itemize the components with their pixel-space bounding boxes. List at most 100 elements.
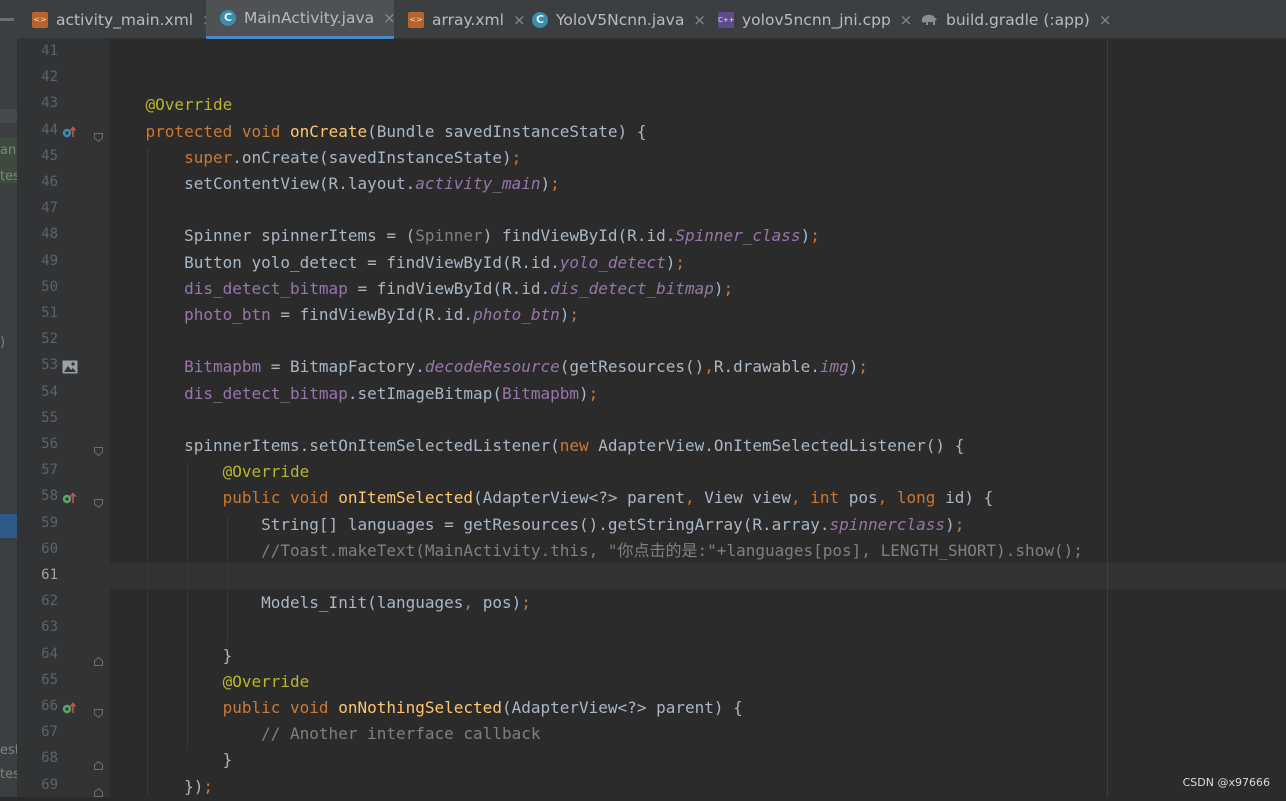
code-line[interactable]: super.onCreate(savedInstanceState); <box>110 145 521 171</box>
code-token: ; <box>511 147 522 167</box>
line-number: 53 <box>41 357 58 374</box>
code-line[interactable]: @Override <box>110 669 310 695</box>
code-token: @Override <box>110 462 310 482</box>
code-line[interactable]: @Override <box>110 459 310 485</box>
code-token: new <box>559 436 599 455</box>
code-token: (AdapterView<?> parent) { <box>501 698 743 717</box>
code-token: public void <box>110 488 339 508</box>
image-resource-icon[interactable] <box>62 359 78 374</box>
code-token: }) <box>110 776 204 796</box>
line-number: 68 <box>41 750 58 767</box>
line-number: 50 <box>41 278 58 295</box>
code-token: @Override <box>110 671 310 691</box>
tab-close-icon[interactable]: × <box>1099 11 1112 29</box>
code-token: onCreate <box>290 121 368 141</box>
fold-marker-icon[interactable] <box>94 755 103 771</box>
tab-activity-main-xml[interactable]: <>activity_main.xml× <box>18 0 215 39</box>
code-token: ; <box>858 357 869 377</box>
code-token: dis_detect_bitmap <box>110 278 348 298</box>
project-tree-row-highlight <box>0 514 17 538</box>
tab-yolov5ncnn-java[interactable]: C YoloV5Ncnn.java × <box>518 0 706 39</box>
implements-method-icon[interactable] <box>62 490 78 504</box>
overrides-method-icon[interactable] <box>62 124 78 138</box>
code-line[interactable]: public void onItemSelected(AdapterView<?… <box>110 485 994 511</box>
code-token: , <box>684 488 705 508</box>
code-line[interactable]: Bitmapbm = BitmapFactory.decodeResource(… <box>110 354 868 380</box>
line-number: 54 <box>41 383 58 400</box>
line-number: 46 <box>41 174 58 190</box>
project-panel-edge[interactable]: anc tes) est tes <box>0 39 18 797</box>
tab-label: array.xml <box>432 10 504 29</box>
code-token: = findViewById(R.id. <box>270 305 474 324</box>
line-number: 56 <box>41 436 58 452</box>
code-line[interactable]: setContentView(R.layout.activity_main); <box>110 171 560 197</box>
code-token: ) <box>945 514 955 534</box>
code-line[interactable]: protected void onCreate(Bundle savedInst… <box>110 119 647 145</box>
indent-guide <box>187 462 188 751</box>
code-token: = BitmapFactory. <box>261 357 425 377</box>
fold-marker-icon[interactable] <box>94 493 103 509</box>
code-token: , int <box>790 488 849 508</box>
code-line[interactable]: Button yolo_detect = findViewById(R.id.y… <box>110 250 685 276</box>
code-token: setContentView(R.layout. <box>110 174 416 193</box>
code-line[interactable]: Spinner spinnerItems = (Spinner) findVie… <box>110 223 820 249</box>
code-token: ) <box>713 278 724 298</box>
fold-marker-icon[interactable] <box>94 703 103 719</box>
code-token: ; <box>203 776 213 796</box>
code-token: View view <box>704 488 791 508</box>
code-line[interactable]: } <box>110 747 233 773</box>
watermark: CSDN @x97666 <box>1182 776 1270 789</box>
code-line[interactable]: String[] languages = getResources().getS… <box>110 512 964 538</box>
code-token: ) <box>559 305 570 324</box>
tab-bar-scroll-handle[interactable] <box>0 0 18 39</box>
code-line[interactable]: dis_detect_bitmap.setImageBitmap(Bitmapb… <box>110 381 598 407</box>
code-line[interactable]: //Toast.makeText(MainActivity.this, "你点击… <box>110 538 1083 564</box>
line-number: 60 <box>41 540 58 557</box>
code-line[interactable]: // Another interface callback <box>110 721 540 747</box>
fold-marker-icon[interactable] <box>94 782 103 797</box>
code-token: AdapterView.OnItemSelectedListener() { <box>598 436 965 455</box>
line-number: 69 <box>41 776 58 793</box>
code-line[interactable]: } <box>110 643 233 669</box>
line-number: 41 <box>41 43 58 59</box>
line-number: 55 <box>41 409 58 426</box>
code-line[interactable]: dis_detect_bitmap = findViewById(R.id.di… <box>110 276 733 302</box>
line-number: 67 <box>41 724 58 741</box>
code-token: id) { <box>945 488 994 508</box>
code-token: R.drawable. <box>713 357 820 377</box>
tab-label: MainActivity.java <box>244 9 375 27</box>
code-token: //Toast.makeText(MainActivity.this, "你点击… <box>110 540 1083 560</box>
tab-yolov5ncnn-jni-cpp[interactable]: C++ yolov5ncnn_jni.cpp × <box>704 0 912 39</box>
code-line[interactable]: spinnerItems.setOnItemSelectedListener(n… <box>110 433 964 459</box>
tab-array-xml[interactable]: <> array.xml × <box>394 0 526 39</box>
tab-mainactivity-java[interactable]: C MainActivity.java × <box>206 0 396 39</box>
code-line[interactable]: public void onNothingSelected(AdapterVie… <box>110 695 743 721</box>
line-number: 65 <box>41 671 58 688</box>
code-editor[interactable]: @Override protected void onCreate(Bundle… <box>110 39 1286 797</box>
code-line[interactable]: Models_Init(languages, pos); <box>110 590 531 616</box>
fold-marker-icon[interactable] <box>94 651 103 666</box>
code-token: pos <box>848 488 878 508</box>
code-token: , <box>704 357 714 377</box>
code-token: , long <box>877 488 946 508</box>
implements-method-icon[interactable] <box>62 700 78 714</box>
indent-guide <box>147 147 148 797</box>
tab-build-gradle-app[interactable]: build.gradle (:app) × <box>906 0 1114 39</box>
line-number: 59 <box>41 514 58 531</box>
code-token: onItemSelected <box>338 488 474 508</box>
code-token: Spinner <box>415 226 483 246</box>
code-token: onNothingSelected <box>338 698 502 717</box>
code-token: (getResources() <box>559 357 705 377</box>
code-token: , <box>463 593 483 613</box>
code-line[interactable]: photo_btn = findViewById(R.id.photo_btn)… <box>110 302 579 328</box>
code-token: (Bundle savedInstanceState) { <box>367 121 647 141</box>
code-token: String[] languages = getResources().getS… <box>110 514 830 534</box>
editor-gutter[interactable]: 41 42 43 44 45 46 47 48 49 50 51 52 53 54 55 56 57 58 59 60… <box>18 39 110 797</box>
tab-label: build.gradle (:app) <box>946 10 1090 29</box>
code-line[interactable]: @Override <box>110 92 233 118</box>
fold-marker-icon[interactable] <box>94 127 103 142</box>
code-line[interactable]: }); <box>110 774 213 797</box>
code-token: @Override <box>110 95 233 115</box>
line-number: 47 <box>41 200 58 217</box>
fold-marker-icon[interactable] <box>94 441 103 457</box>
